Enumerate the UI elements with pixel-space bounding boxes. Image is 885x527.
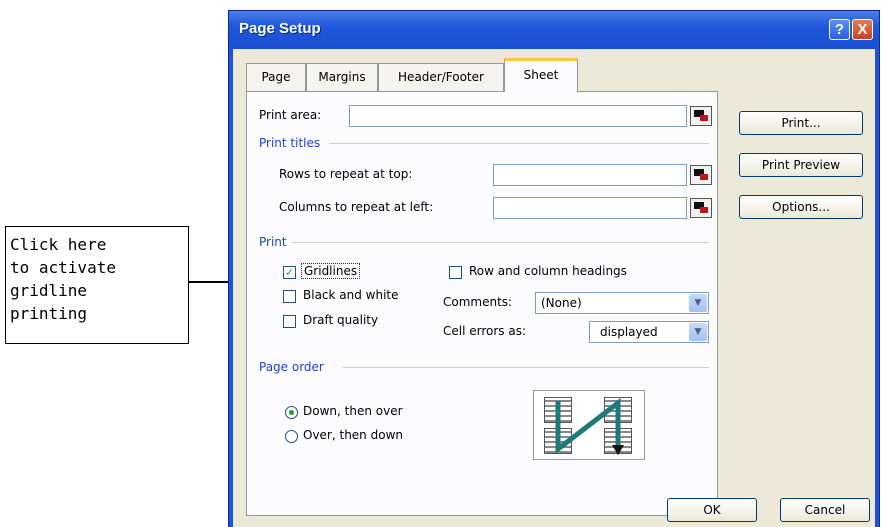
close-button[interactable]: X [852, 19, 873, 40]
print-divider [291, 242, 709, 243]
comments-value: (None) [541, 296, 582, 310]
sheet-tab-panel: Print area: Print titles Rows to repeat … [246, 91, 718, 516]
cols-repeat-input[interactable] [493, 197, 687, 219]
print-area-label: Print area: [259, 108, 322, 122]
page-order-divider [343, 367, 709, 368]
cols-repeat-collapse-icon[interactable] [690, 198, 712, 218]
tab-header-footer[interactable]: Header/Footer [378, 63, 504, 91]
row-col-headings-checkbox[interactable] [449, 266, 462, 279]
print-titles-divider [329, 143, 709, 144]
title-bar[interactable]: Page Setup ? X [229, 11, 879, 49]
help-button[interactable]: ? [829, 19, 850, 40]
callout-line-4: printing [10, 304, 88, 323]
print-button[interactable]: Print... [739, 111, 863, 135]
tab-page[interactable]: Page [246, 63, 306, 91]
page-order-arrow-icon [555, 397, 624, 455]
dialog-title: Page Setup [239, 20, 321, 37]
radio-selected-dot [289, 410, 294, 415]
draft-quality-label[interactable]: Draft quality [303, 313, 378, 327]
rows-repeat-input[interactable] [493, 164, 687, 186]
rows-repeat-label: Rows to repeat at top: [279, 167, 413, 181]
print-heading: Print [259, 235, 287, 249]
cell-errors-select[interactable]: displayed ▼ [589, 321, 709, 343]
annotation-callout: Click here to activate gridline printing [5, 226, 189, 344]
print-titles-heading: Print titles [259, 136, 321, 150]
comments-label: Comments: [443, 295, 513, 309]
down-then-over-radio[interactable] [285, 406, 298, 419]
black-white-checkbox[interactable] [283, 290, 296, 303]
page-order-heading: Page order [259, 360, 324, 374]
options-button[interactable]: Options... [739, 195, 863, 219]
gridlines-checkbox[interactable]: ✓ [283, 266, 296, 279]
down-then-over-label[interactable]: Down, then over [303, 404, 403, 418]
chevron-down-icon[interactable]: ▼ [689, 323, 707, 341]
callout-line-3: gridline [10, 281, 88, 300]
draft-quality-checkbox[interactable] [283, 315, 296, 328]
comments-select[interactable]: (None) ▼ [535, 292, 709, 314]
page-setup-dialog: Page Setup ? X Page Margins Header/Foote… [228, 10, 880, 527]
rows-repeat-collapse-icon[interactable] [690, 165, 712, 185]
dialog-client: Page Margins Header/Footer Sheet Print a… [233, 49, 875, 527]
tab-margins[interactable]: Margins [306, 63, 378, 91]
over-then-down-radio[interactable] [285, 430, 298, 443]
ok-button[interactable]: OK [667, 498, 757, 522]
cell-errors-label: Cell errors as: [443, 324, 527, 338]
print-area-input[interactable] [349, 105, 687, 127]
chevron-down-icon[interactable]: ▼ [689, 294, 707, 312]
page-order-preview-icon [533, 390, 645, 460]
cell-errors-value: displayed [600, 325, 658, 339]
gridlines-label[interactable]: Gridlines [301, 263, 361, 279]
callout-line-2: to activate [10, 258, 116, 277]
tab-sheet[interactable]: Sheet [504, 58, 578, 92]
cols-repeat-label: Columns to repeat at left: [279, 200, 434, 214]
cancel-button[interactable]: Cancel [780, 498, 870, 522]
black-white-label[interactable]: Black and white [303, 288, 399, 302]
print-area-collapse-icon[interactable] [690, 106, 712, 126]
print-preview-button[interactable]: Print Preview [739, 153, 863, 177]
row-col-headings-label[interactable]: Row and column headings [469, 264, 627, 278]
callout-line-1: Click here [10, 235, 107, 254]
over-then-down-label[interactable]: Over, then down [303, 428, 403, 442]
